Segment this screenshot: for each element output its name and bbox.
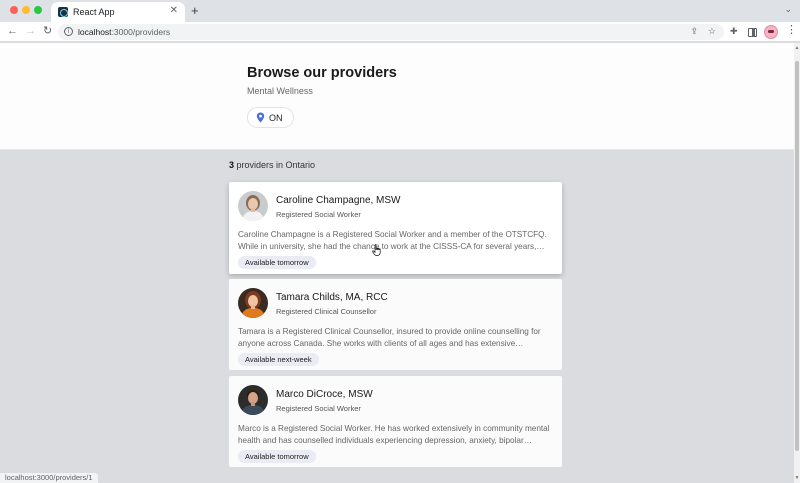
page-scrollbar[interactable]: ▲ ▼ [794, 43, 800, 483]
extensions-puzzle-icon[interactable]: ✚ [730, 26, 738, 37]
close-window-button[interactable] [10, 6, 18, 14]
browser-toolbar: ← → ↻ i localhost:3000/providers ⇪ ☆ ✚ ⋮ [0, 22, 800, 42]
provider-card[interactable]: Marco DiCroce, MSW Registered Social Wor… [229, 376, 562, 467]
availability-badge: Available tomorrow [238, 450, 316, 463]
new-tab-button[interactable]: + [191, 4, 199, 17]
region-label: ON [269, 112, 283, 123]
browser-tab-bar: React App ✕ + ⌄ [0, 0, 800, 22]
scroll-down-arrow-icon[interactable]: ▼ [794, 475, 800, 481]
address-bar[interactable]: i localhost:3000/providers ⇪ ☆ [58, 24, 724, 40]
minimize-window-button[interactable] [22, 6, 30, 14]
provider-role: Registered Clinical Counsellor [276, 307, 377, 316]
page-title: Browse our providers [247, 65, 397, 81]
browser-tab[interactable]: React App ✕ [51, 2, 185, 22]
url-text[interactable]: localhost:3000/providers [78, 27, 170, 37]
provider-card[interactable]: Caroline Champagne, MSW Registered Socia… [229, 182, 562, 274]
provider-photo-icon [238, 191, 268, 221]
availability-badge: Available tomorrow [238, 256, 316, 269]
maximize-window-button[interactable] [34, 6, 42, 14]
tab-search-chevron-icon[interactable]: ⌄ [784, 4, 792, 15]
provider-avatar [238, 288, 268, 318]
scroll-up-arrow-icon[interactable]: ▲ [794, 45, 800, 51]
profile-avatar[interactable] [764, 25, 778, 39]
provider-photo-icon [238, 288, 268, 318]
info-icon[interactable]: i [64, 27, 73, 36]
back-arrow-icon[interactable]: ← [7, 25, 18, 38]
hand-pointer-cursor-icon [372, 244, 381, 256]
tab-close-button[interactable]: ✕ [170, 6, 178, 16]
tab-title: React App [73, 7, 115, 17]
side-panel-icon[interactable] [748, 28, 757, 37]
bookmark-star-icon[interactable]: ☆ [708, 26, 716, 37]
scrollbar-thumb[interactable] [795, 61, 799, 451]
provider-avatar [238, 385, 268, 415]
url-path: :3000/providers [111, 27, 171, 37]
category-subtitle: Mental Wellness [247, 86, 313, 96]
kebab-menu-icon[interactable]: ⋮ [786, 25, 797, 36]
provider-bio: Caroline Champagne is a Registered Socia… [238, 230, 547, 251]
provider-name: Marco DiCroce, MSW [276, 389, 373, 400]
link-status-bubble: localhost:3000/providers/1 [0, 472, 99, 483]
location-pin-icon [256, 112, 265, 123]
provider-card[interactable]: Tamara Childs, MA, RCC Registered Clinic… [229, 279, 562, 370]
provider-bio: Tamara is a Registered Clinical Counsell… [238, 327, 541, 348]
provider-name: Tamara Childs, MA, RCC [276, 292, 388, 303]
provider-photo-icon [238, 385, 268, 415]
provider-role: Registered Social Worker [276, 210, 361, 219]
reload-icon[interactable]: ↻ [43, 25, 52, 38]
region-selector-chip[interactable]: ON [247, 107, 294, 128]
provider-name: Caroline Champagne, MSW [276, 195, 401, 206]
results-count: 3 providers in Ontario [229, 160, 315, 170]
react-favicon-icon [58, 7, 68, 17]
hero-section: Browse our providers Mental Wellness ON [0, 43, 794, 150]
provider-avatar [238, 191, 268, 221]
page-viewport: Browse our providers Mental Wellness ON … [0, 43, 794, 483]
forward-arrow-icon[interactable]: → [25, 25, 36, 38]
url-host: localhost [78, 27, 112, 37]
provider-bio: Marco is a Registered Social Worker. He … [238, 424, 550, 445]
availability-badge: Available next-week [238, 353, 319, 366]
provider-role: Registered Social Worker [276, 404, 361, 413]
share-icon[interactable]: ⇪ [690, 26, 698, 37]
provider-count-suffix: providers in Ontario [234, 160, 316, 170]
